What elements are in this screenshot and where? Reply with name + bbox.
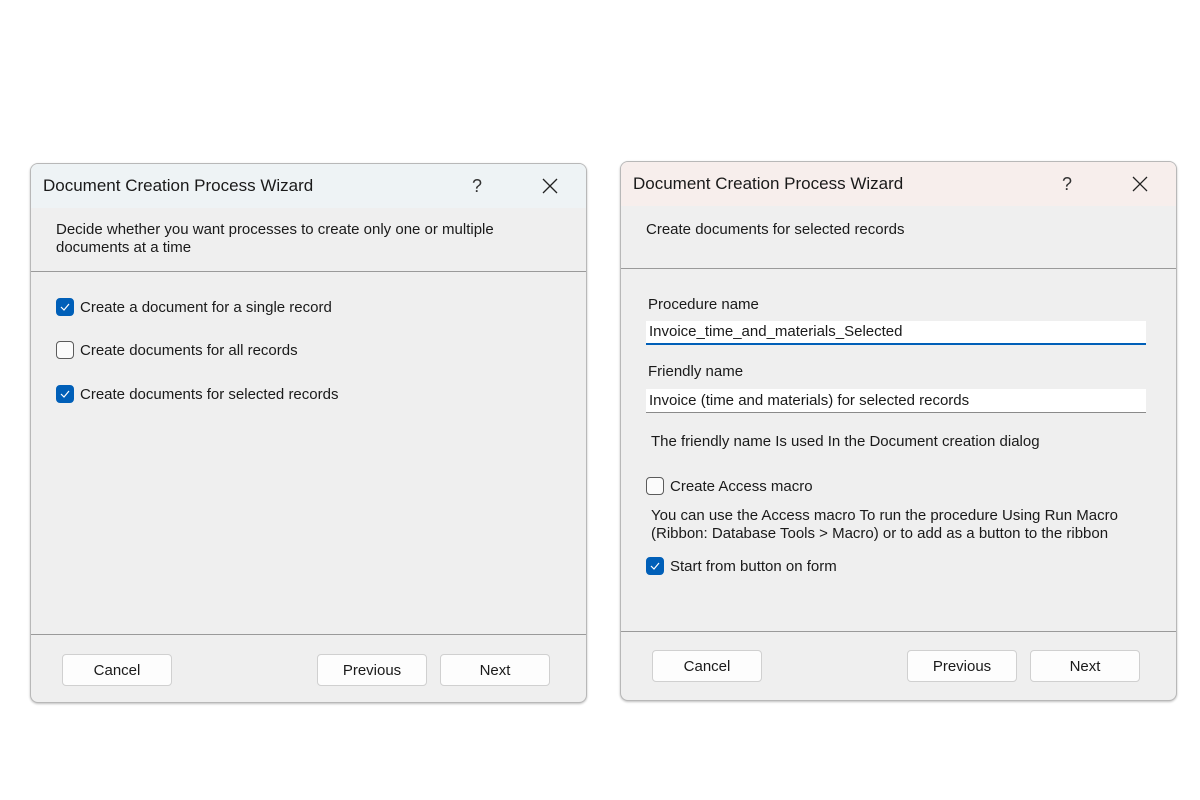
- wizard-footer: Cancel Previous Next: [621, 632, 1176, 700]
- dialog-title: Document Creation Process Wizard: [633, 174, 904, 193]
- next-button[interactable]: Next: [440, 654, 550, 686]
- cancel-button[interactable]: Cancel: [652, 650, 762, 682]
- help-button[interactable]: ?: [1054, 170, 1080, 198]
- wizard-dialog-step-procedure: Document Creation Process Wizard ? Creat…: [620, 161, 1177, 701]
- wizard-dialog-step-options: Document Creation Process Wizard ? Decid…: [30, 163, 587, 703]
- close-button[interactable]: [1122, 170, 1158, 198]
- macro-note: You can use the Access macro To run the …: [651, 507, 1118, 542]
- wizard-footer: Cancel Previous Next: [31, 635, 586, 702]
- header-description: Create documents for selected records: [646, 221, 905, 238]
- header-description: Decide whether you want processes to cre…: [56, 221, 494, 256]
- procedure-name-label: Procedure name: [648, 296, 759, 313]
- checkbox-start-from-button[interactable]: [646, 557, 664, 575]
- procedure-name-input[interactable]: [646, 321, 1146, 345]
- wizard-header: Create documents for selected records: [621, 206, 1176, 269]
- option-all-records[interactable]: Create documents for all records: [56, 341, 298, 359]
- option-selected-records[interactable]: Create documents for selected records: [56, 385, 338, 403]
- option-label: Create a document for a single record: [80, 298, 332, 316]
- friendly-name-label: Friendly name: [648, 363, 744, 380]
- checkbox-all-records[interactable]: [56, 341, 74, 359]
- checkmark-icon: [650, 562, 660, 570]
- option-label: Create Access macro: [670, 477, 813, 495]
- title-bar[interactable]: Document Creation Process Wizard ?: [31, 164, 586, 208]
- previous-button[interactable]: Previous: [907, 650, 1017, 682]
- cancel-button[interactable]: Cancel: [62, 654, 172, 686]
- friendly-name-input[interactable]: [646, 389, 1146, 413]
- close-button[interactable]: [532, 172, 568, 200]
- option-create-access-macro[interactable]: Create Access macro: [646, 477, 813, 495]
- next-button[interactable]: Next: [1030, 650, 1140, 682]
- title-bar[interactable]: Document Creation Process Wizard ?: [621, 162, 1176, 206]
- option-start-from-button[interactable]: Start from button on form: [646, 557, 837, 575]
- previous-button[interactable]: Previous: [317, 654, 427, 686]
- option-label: Start from button on form: [670, 557, 837, 575]
- friendly-name-note: The friendly name Is used In the Documen…: [651, 433, 1040, 450]
- dialog-title: Document Creation Process Wizard: [43, 176, 314, 195]
- checkmark-icon: [60, 390, 70, 398]
- option-label: Create documents for all records: [80, 341, 298, 359]
- option-label: Create documents for selected records: [80, 385, 339, 403]
- option-single-record[interactable]: Create a document for a single record: [56, 298, 332, 316]
- wizard-content: Procedure name Friendly name The friendl…: [621, 269, 1176, 632]
- checkbox-selected-records[interactable]: [56, 385, 74, 403]
- close-icon: [542, 178, 558, 194]
- checkbox-single-record[interactable]: [56, 298, 74, 316]
- checkbox-create-access-macro[interactable]: [646, 477, 664, 495]
- close-icon: [1132, 176, 1148, 192]
- help-button[interactable]: ?: [464, 172, 490, 200]
- checkmark-icon: [60, 303, 70, 311]
- wizard-content: Create a document for a single record Cr…: [31, 272, 586, 635]
- wizard-header: Decide whether you want processes to cre…: [31, 208, 586, 272]
